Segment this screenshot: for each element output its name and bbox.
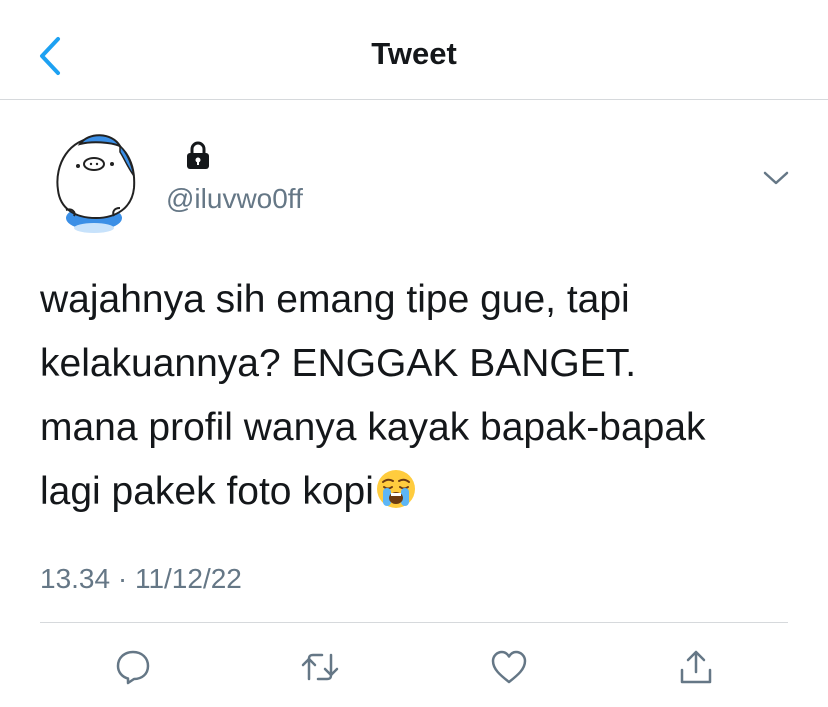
top-bar: Tweet — [0, 0, 828, 100]
avatar[interactable] — [50, 130, 146, 234]
divider — [40, 622, 788, 623]
reply-icon — [116, 650, 150, 685]
page-title: Tweet — [371, 36, 457, 71]
retweet-icon — [301, 653, 339, 681]
retweet-button[interactable] — [298, 645, 342, 689]
tweet-body: wajahnya sih emang tipe gue, tapi kelaku… — [40, 278, 706, 513]
tweet-text: wajahnya sih emang tipe gue, tapi kelaku… — [40, 268, 800, 524]
reply-button[interactable] — [111, 645, 155, 689]
like-button[interactable] — [487, 645, 531, 689]
more-options-button[interactable] — [760, 164, 792, 192]
heart-icon — [491, 650, 527, 684]
user-handle[interactable]: @iluvwo0ff — [166, 183, 303, 215]
lock-icon — [184, 141, 212, 171]
tweet-timestamp: 13.34 · 11/12/22 — [40, 563, 242, 594]
chevron-down-icon — [763, 171, 789, 185]
share-button[interactable] — [674, 645, 718, 689]
loudly-crying-face-emoji — [375, 466, 417, 508]
share-icon — [680, 650, 712, 684]
